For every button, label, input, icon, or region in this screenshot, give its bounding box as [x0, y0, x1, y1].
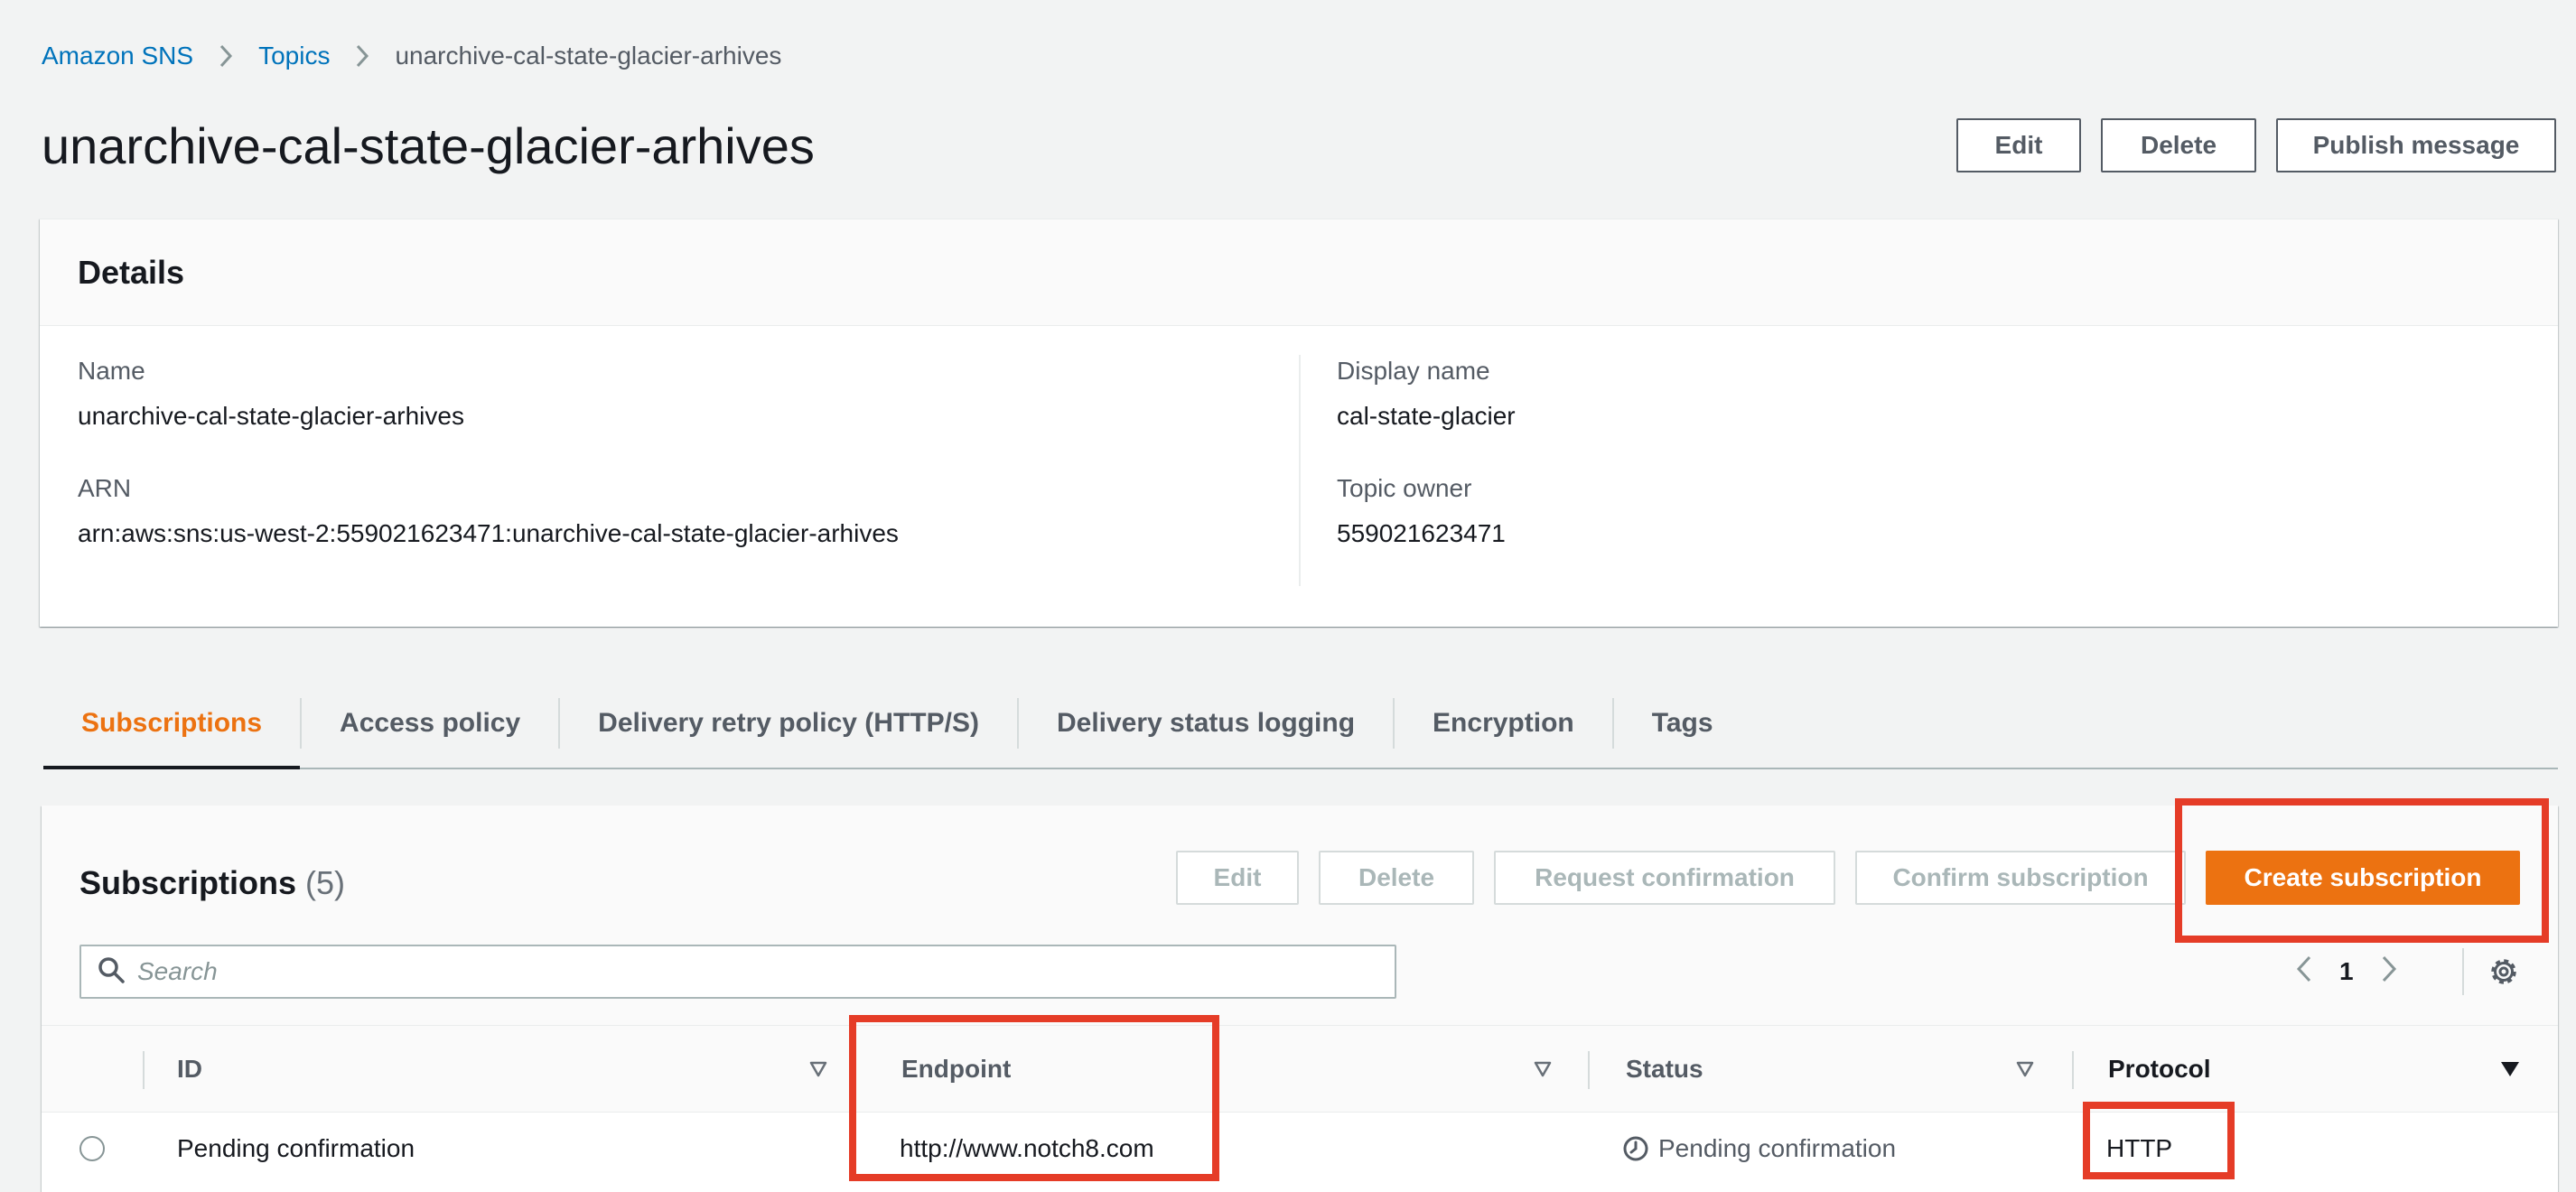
pagination: 1: [2296, 945, 2397, 999]
display-name-value: cal-state-glacier: [1337, 402, 1516, 430]
pager-divider: [2462, 948, 2464, 995]
breadcrumb-current: unarchive-cal-state-glacier-arhives: [395, 42, 782, 70]
clock-icon: [1622, 1135, 1649, 1162]
sort-icon[interactable]: [1534, 1026, 1552, 1113]
chevron-right-icon: [219, 44, 233, 68]
request-confirmation-button[interactable]: Request confirmation: [1494, 851, 1835, 905]
edit-topic-button[interactable]: Edit: [1956, 118, 2081, 172]
topic-owner-label: Topic owner: [1337, 474, 1472, 502]
name-label: Name: [78, 357, 145, 385]
tab-access-policy[interactable]: Access policy: [302, 679, 558, 768]
details-divider: [1299, 355, 1301, 586]
tab-tags[interactable]: Tags: [1614, 679, 1751, 768]
chevron-left-icon[interactable]: [2296, 955, 2312, 989]
delete-topic-button[interactable]: Delete: [2101, 118, 2256, 172]
row-status-text: Pending confirmation: [1658, 1134, 1897, 1162]
publish-message-button[interactable]: Publish message: [2276, 118, 2556, 172]
confirm-subscription-button[interactable]: Confirm subscription: [1855, 851, 2186, 905]
name-value: unarchive-cal-state-glacier-arhives: [78, 402, 464, 430]
subscriptions-title: Subscriptions (5): [79, 856, 345, 910]
topic-tabs: Subscriptions Access policy Delivery ret…: [43, 679, 2558, 769]
tab-encryption[interactable]: Encryption: [1395, 679, 1612, 768]
details-title: Details: [78, 253, 185, 291]
chevron-right-icon: [355, 44, 369, 68]
tab-subscriptions[interactable]: Subscriptions: [43, 679, 301, 769]
arn-value: arn:aws:sns:us-west-2:559021623471:unarc…: [78, 519, 899, 547]
display-name-label: Display name: [1337, 357, 1490, 385]
delete-subscription-button[interactable]: Delete: [1319, 851, 1474, 905]
topic-owner-value: 559021623471: [1337, 519, 1506, 547]
tab-delivery-retry-policy[interactable]: Delivery retry policy (HTTP/S): [560, 679, 1017, 768]
row-protocol: HTTP: [2106, 1134, 2173, 1162]
column-divider: [854, 1051, 856, 1089]
search-field: [79, 945, 1396, 999]
row-id[interactable]: Pending confirmation: [177, 1113, 415, 1185]
current-page[interactable]: 1: [2339, 957, 2354, 986]
column-protocol[interactable]: Protocol: [2108, 1026, 2211, 1113]
column-id[interactable]: ID: [177, 1026, 202, 1113]
subscriptions-panel: Subscriptions (5) Edit Delete Request co…: [42, 806, 2558, 1192]
column-divider: [143, 1051, 145, 1089]
column-divider: [1588, 1051, 1590, 1089]
search-input[interactable]: [137, 957, 1384, 986]
row-endpoint: http://www.notch8.com: [900, 1134, 1154, 1162]
breadcrumb: Amazon SNS Topics unarchive-cal-state-gl…: [42, 40, 781, 72]
column-endpoint[interactable]: Endpoint: [901, 1026, 1011, 1113]
tab-delivery-status-logging[interactable]: Delivery status logging: [1019, 679, 1393, 768]
table-header: ID Endpoint Status Protocol: [42, 1026, 2558, 1113]
create-subscription-button[interactable]: Create subscription: [2206, 851, 2520, 905]
column-status[interactable]: Status: [1626, 1026, 1703, 1113]
header-actions: Edit Delete Publish message: [1956, 118, 2556, 172]
row-status: Pending confirmation: [1622, 1113, 1896, 1185]
breadcrumb-topics[interactable]: Topics: [258, 42, 330, 70]
sort-icon[interactable]: [809, 1026, 827, 1113]
subscriptions-actions: Edit Delete Request confirmation Confirm…: [1176, 851, 2520, 905]
subscriptions-title-text: Subscriptions: [79, 864, 297, 901]
details-left-column: Name unarchive-cal-state-glacier-arhives…: [78, 355, 899, 550]
page-title: unarchive-cal-state-glacier-arhives: [42, 117, 815, 174]
subscriptions-header: Subscriptions (5) Edit Delete Request co…: [42, 806, 2558, 1026]
search-icon: [98, 956, 125, 988]
breadcrumb-amazon-sns[interactable]: Amazon SNS: [42, 42, 193, 70]
table-row[interactable]: Pending confirmation http://www.notch8.c…: [42, 1113, 2558, 1185]
edit-subscription-button[interactable]: Edit: [1176, 851, 1299, 905]
details-header: Details: [40, 219, 2558, 326]
row-select-radio[interactable]: [79, 1136, 105, 1161]
subscriptions-count: (5): [305, 864, 346, 901]
gear-icon[interactable]: [2487, 955, 2520, 992]
arn-label: ARN: [78, 474, 132, 502]
details-right-column: Display name cal-state-glacier Topic own…: [1337, 355, 1516, 550]
column-divider: [2072, 1051, 2074, 1089]
sort-icon[interactable]: [2016, 1026, 2034, 1113]
chevron-right-icon[interactable]: [2381, 955, 2397, 989]
details-panel: Details Name unarchive-cal-state-glacier…: [40, 219, 2558, 627]
sort-icon[interactable]: [2500, 1026, 2520, 1113]
